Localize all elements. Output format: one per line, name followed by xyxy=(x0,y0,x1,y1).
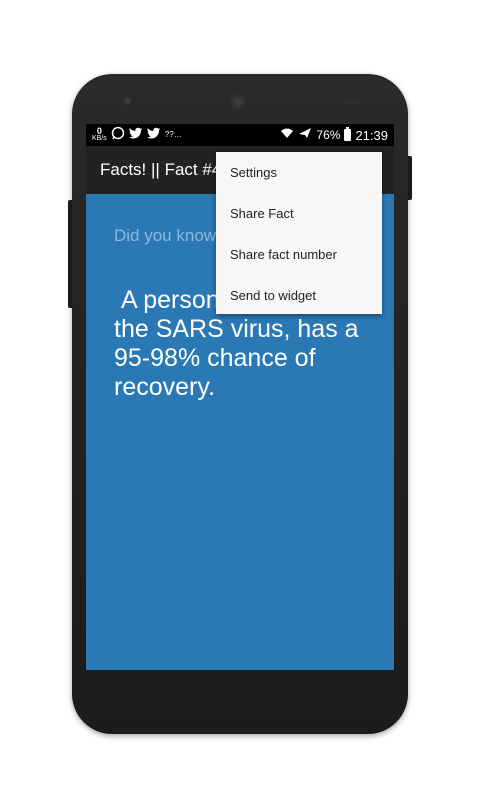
volume-button xyxy=(68,200,72,308)
status-notifications: 0 KB/s ??… xyxy=(92,126,182,144)
overflow-menu: Settings Share Fact Share fact number Se… xyxy=(216,152,382,314)
menu-item-send-to-widget[interactable]: Send to widget xyxy=(216,275,382,315)
battery-percent: 76% xyxy=(316,128,341,142)
menu-item-share-fact-number[interactable]: Share fact number xyxy=(216,234,382,274)
wifi-icon xyxy=(280,126,294,144)
status-system: 76% 21:39 xyxy=(280,126,388,144)
earpiece-speaker xyxy=(230,94,246,110)
network-speed-value: 0 xyxy=(96,126,102,136)
front-camera xyxy=(124,98,131,105)
network-speed-unit: KB/s xyxy=(92,135,107,142)
did-you-know-heading: Did you know xyxy=(114,226,217,245)
network-speed-indicator: 0 KB/s xyxy=(92,126,107,143)
battery-icon xyxy=(344,127,352,141)
app-title: Facts! || Fact #4 xyxy=(100,160,222,179)
status-bar: 0 KB/s ??… 76% 21:39 xyxy=(86,124,394,146)
airplane-icon xyxy=(298,126,312,144)
menu-item-settings[interactable]: Settings xyxy=(216,152,382,192)
clock: 21:39 xyxy=(355,127,388,143)
menu-item-share-fact[interactable]: Share Fact xyxy=(216,193,382,233)
speed-text: ??… xyxy=(164,130,182,139)
twitter-icon xyxy=(128,126,143,144)
proximity-sensor xyxy=(344,100,362,104)
whatsapp-icon xyxy=(111,126,125,145)
power-button xyxy=(408,156,412,200)
twitter-icon xyxy=(146,126,161,144)
